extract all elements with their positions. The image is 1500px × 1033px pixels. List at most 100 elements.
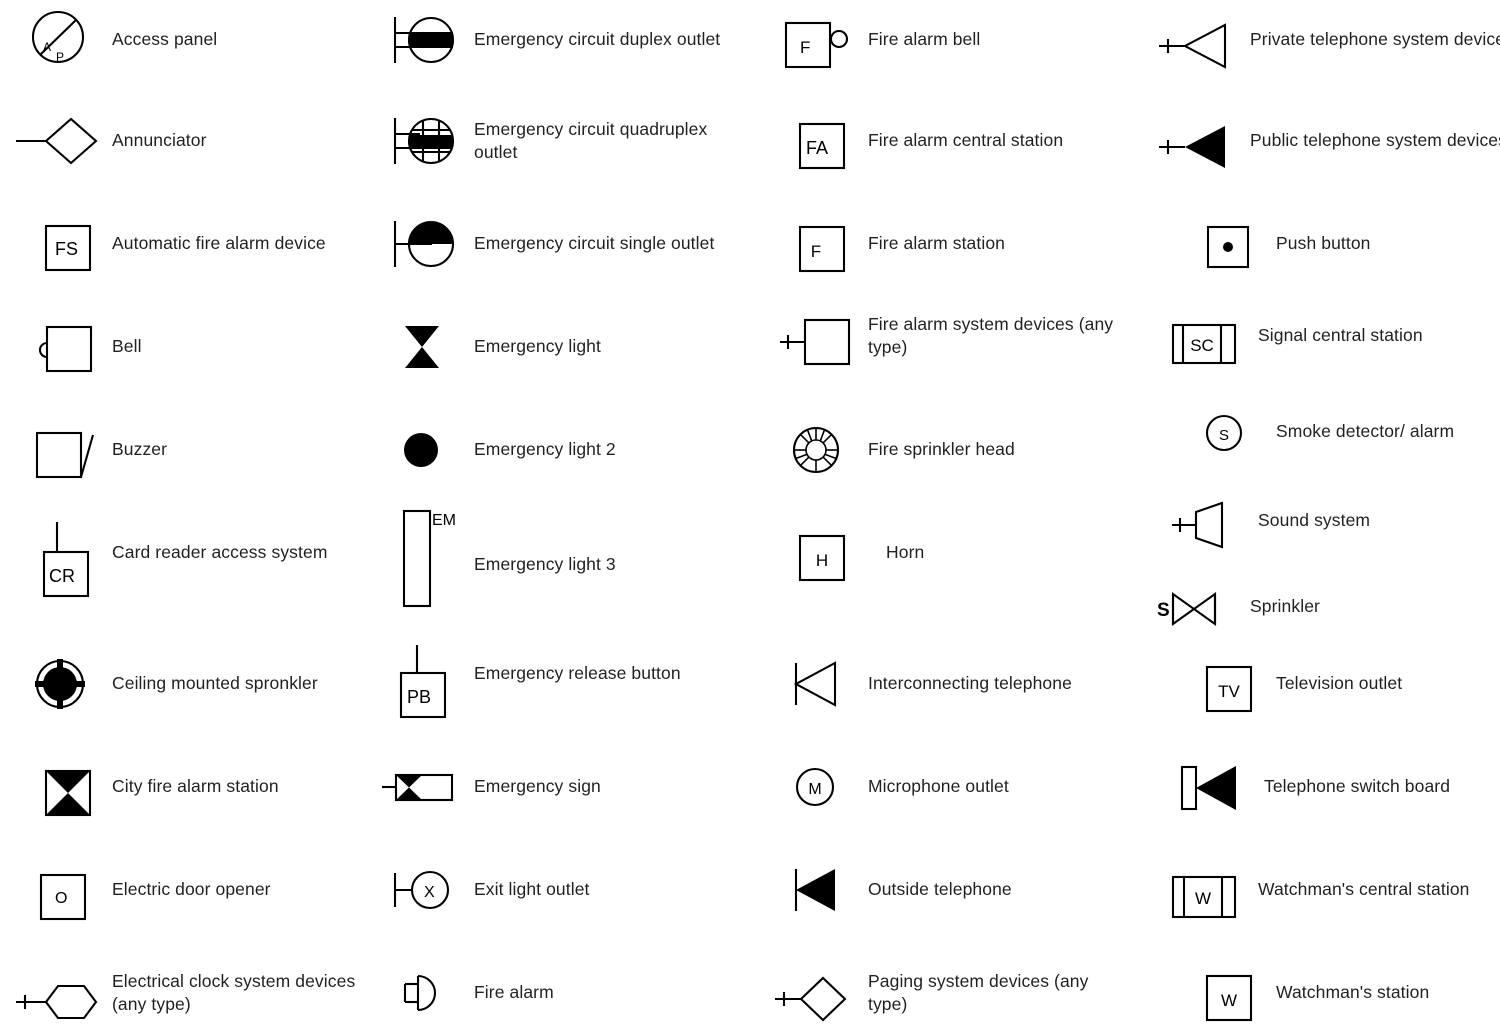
legend-column-3: F Fire alarm bell FA Fire alarm central … xyxy=(750,0,1125,1033)
legend-item-horn[interactable]: H Horn xyxy=(768,513,924,593)
horn-icon: H xyxy=(768,513,864,593)
paging-system-devices-icon xyxy=(768,953,864,1033)
legend-item-watchmans-central-station[interactable]: W Watchman's central station xyxy=(1158,850,1470,930)
legend-item-electrical-clock-system[interactable]: Electrical clock system devices (any typ… xyxy=(12,953,375,1033)
legend-item-exit-light-outlet[interactable]: X Exit light outlet xyxy=(374,850,590,930)
legend-item-label: Emergency light 2 xyxy=(474,439,616,460)
legend-item-label: Bell xyxy=(112,336,142,357)
legend-item-fire-alarm[interactable]: Fire alarm xyxy=(374,953,554,1033)
legend-item-label: Smoke detector/ alarm xyxy=(1276,421,1455,442)
legend-item-fire-alarm-central-station[interactable]: FA Fire alarm central station xyxy=(768,101,1063,181)
svg-text:CR: CR xyxy=(49,566,75,586)
legend-item-fire-sprinkler-head[interactable]: Fire sprinkler head xyxy=(768,410,1015,490)
legend-item-label: Outside telephone xyxy=(868,879,1012,900)
emergency-single-outlet-icon xyxy=(374,204,470,284)
access-panel-icon: A P xyxy=(12,0,108,80)
legend-item-bell[interactable]: Bell xyxy=(12,307,142,387)
emergency-duplex-outlet-icon xyxy=(374,0,470,80)
legend-item-fire-alarm-station[interactable]: F Fire alarm station xyxy=(768,204,1005,284)
telephone-switch-board-icon xyxy=(1164,747,1260,827)
fire-alarm-bell-icon: F xyxy=(768,0,864,80)
legend-item-label: Emergency circuit single outlet xyxy=(474,233,715,254)
sound-system-icon xyxy=(1158,481,1254,561)
legend-item-label: Buzzer xyxy=(112,439,168,460)
legend-item-public-telephone-system[interactable]: Public telephone system devices xyxy=(1150,101,1500,181)
city-fire-alarm-station-icon xyxy=(12,747,108,827)
legend-item-sprinkler[interactable]: S Sprinkler xyxy=(1150,567,1320,647)
legend-item-label: Television outlet xyxy=(1276,673,1403,694)
legend-item-label: Access panel xyxy=(112,29,218,50)
legend-item-buzzer[interactable]: Buzzer xyxy=(12,410,167,490)
legend-item-ceiling-mounted-sprinkler[interactable]: Ceiling mounted spronkler xyxy=(12,644,318,724)
television-outlet-icon: TV xyxy=(1176,644,1272,724)
legend-item-paging-system-devices[interactable]: Paging system devices (any type) xyxy=(768,953,1125,1033)
legend-item-microphone-outlet[interactable]: M Microphone outlet xyxy=(768,747,1009,827)
svg-text:EM: EM xyxy=(432,512,456,529)
legend-item-emergency-light[interactable]: Emergency light xyxy=(374,307,601,387)
legend-item-fire-alarm-system-devices[interactable]: Fire alarm system devices (any type) xyxy=(768,296,1125,376)
legend-item-label: Emergency sign xyxy=(474,776,601,797)
svg-text:SC: SC xyxy=(1190,336,1214,355)
exit-light-outlet-icon: X xyxy=(374,850,470,930)
svg-text:M: M xyxy=(808,781,821,798)
legend-item-emergency-sign[interactable]: Emergency sign xyxy=(374,747,601,827)
legend-item-label: Signal central station xyxy=(1258,325,1423,346)
private-telephone-system-icon xyxy=(1150,0,1246,80)
legend-item-label: Fire alarm xyxy=(474,982,554,1003)
emergency-light-icon xyxy=(374,307,470,387)
legend-item-city-fire-alarm-station[interactable]: City fire alarm station xyxy=(12,747,279,827)
legend-item-emergency-duplex-outlet[interactable]: Emergency circuit duplex outlet xyxy=(374,0,720,80)
smoke-detector-alarm-icon: S xyxy=(1176,392,1272,472)
legend-item-access-panel[interactable]: A P Access panel xyxy=(12,0,217,80)
symbols-legend-sheet: A P Access panel Annunciator FS Automati… xyxy=(0,0,1500,1033)
legend-item-signal-central-station[interactable]: SC Signal central station xyxy=(1158,296,1423,376)
electric-door-opener-icon: O xyxy=(12,850,108,930)
automatic-fire-alarm-device-icon: FS xyxy=(12,204,108,284)
legend-item-label: Emergency light xyxy=(474,336,601,357)
legend-item-label: Fire sprinkler head xyxy=(868,439,1015,460)
legend-item-automatic-fire-alarm-device[interactable]: FS Automatic fire alarm device xyxy=(12,204,326,284)
legend-item-label: Watchman's central station xyxy=(1258,879,1470,900)
fire-sprinkler-head-icon xyxy=(768,410,864,490)
legend-item-label: Private telephone system devices xyxy=(1250,29,1500,50)
legend-item-emergency-quadruplex-outlet[interactable]: Emergency circuit quadruplex outlet xyxy=(374,101,737,181)
legend-item-label: Paging system devices (any type) xyxy=(868,970,1089,1014)
bell-icon xyxy=(12,307,108,387)
legend-item-label: Card reader access system xyxy=(112,542,328,563)
legend-item-emergency-light-3[interactable]: EM Emergency light 3 xyxy=(374,495,616,613)
legend-item-emergency-light-2[interactable]: Emergency light 2 xyxy=(374,410,616,490)
legend-item-label: Emergency release button xyxy=(474,663,681,684)
legend-item-push-button[interactable]: Push button xyxy=(1176,204,1371,284)
svg-text:S: S xyxy=(1219,427,1229,444)
legend-item-label: Microphone outlet xyxy=(868,776,1009,797)
legend-column-1: A P Access panel Annunciator FS Automati… xyxy=(0,0,375,1033)
emergency-light-3-icon: EM xyxy=(374,495,470,613)
legend-item-interconnecting-telephone[interactable]: Interconnecting telephone xyxy=(768,644,1072,724)
legend-item-telephone-switch-board[interactable]: Telephone switch board xyxy=(1164,747,1450,827)
emergency-quadruplex-outlet-icon xyxy=(374,101,470,181)
legend-item-label: Emergency light 3 xyxy=(474,554,616,574)
legend-item-card-reader-access-system[interactable]: CR Card reader access system xyxy=(12,513,328,598)
legend-item-label: Telephone switch board xyxy=(1264,776,1451,797)
ceiling-mounted-sprinkler-icon xyxy=(12,644,108,724)
legend-item-television-outlet[interactable]: TV Television outlet xyxy=(1176,644,1402,724)
legend-item-label: Exit light outlet xyxy=(474,879,590,900)
legend-item-annunciator[interactable]: Annunciator xyxy=(12,101,207,181)
legend-item-private-telephone-system[interactable]: Private telephone system devices xyxy=(1150,0,1500,80)
legend-item-outside-telephone[interactable]: Outside telephone xyxy=(768,850,1012,930)
emergency-release-button-icon: PB xyxy=(374,634,470,719)
watchmans-central-station-icon: W xyxy=(1158,850,1254,930)
push-button-icon xyxy=(1176,204,1272,284)
legend-item-fire-alarm-bell[interactable]: F Fire alarm bell xyxy=(768,0,980,80)
legend-item-label: Emergency circuit duplex outlet xyxy=(474,29,721,50)
emergency-sign-icon xyxy=(374,747,470,827)
legend-item-sound-system[interactable]: Sound system xyxy=(1158,481,1370,561)
legend-item-smoke-detector-alarm[interactable]: S Smoke detector/ alarm xyxy=(1176,392,1454,472)
legend-item-watchmans-station[interactable]: W Watchman's station xyxy=(1176,953,1429,1033)
svg-text:W: W xyxy=(1195,889,1211,908)
legend-item-electric-door-opener[interactable]: O Electric door opener xyxy=(12,850,271,930)
legend-item-emergency-single-outlet[interactable]: Emergency circuit single outlet xyxy=(374,204,714,284)
svg-text:F: F xyxy=(800,38,810,57)
legend-item-emergency-release-button[interactable]: PB Emergency release button xyxy=(374,634,681,719)
svg-text:S: S xyxy=(1157,600,1170,621)
